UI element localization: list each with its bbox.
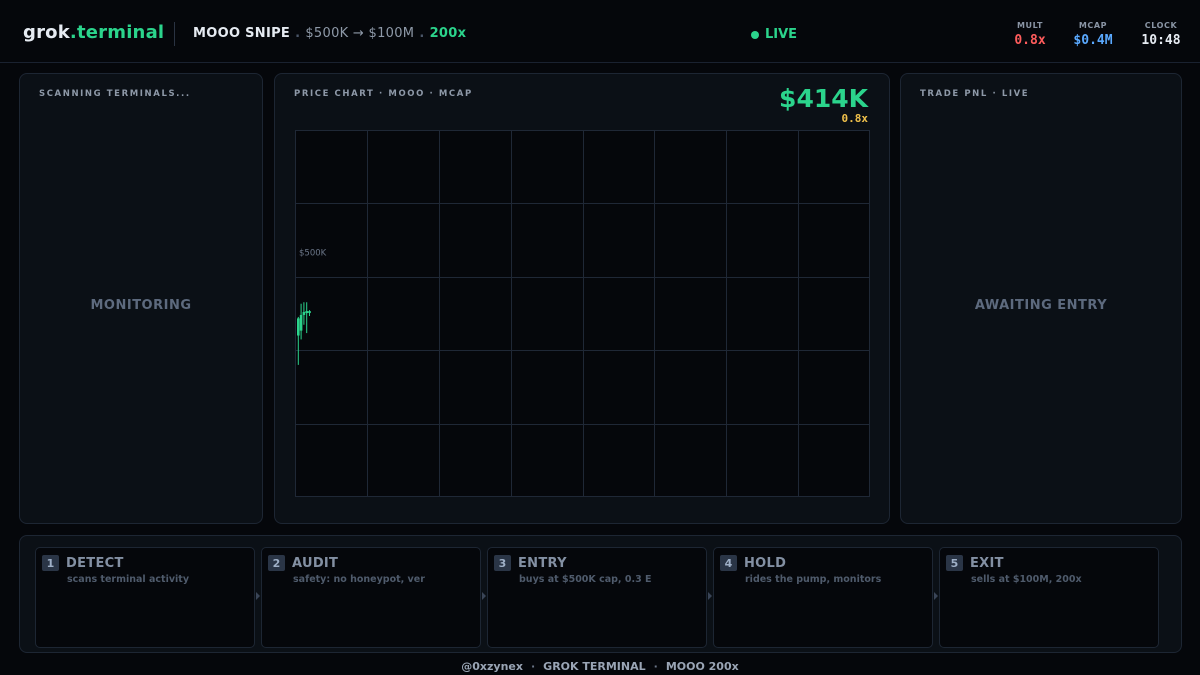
stat-mcap: MCAP $0.4M <box>1068 21 1118 48</box>
chevron-right-icon <box>482 592 486 600</box>
scanner-status: MONITORING <box>90 298 192 313</box>
brand-logo[interactable]: grok.terminal <box>23 22 164 43</box>
header-divider <box>174 22 175 46</box>
stat-clock-value: 10:48 <box>1141 33 1181 48</box>
snipe-range: $500K → $100M <box>305 26 415 41</box>
footer-credits: @0xzynex · GROK TERMINAL · MOOO 200x <box>0 660 1200 673</box>
current-price: $414K <box>779 84 868 113</box>
step-name: DETECT <box>66 555 124 571</box>
current-multiplier: 0.8x <box>841 112 869 125</box>
step-number: 1 <box>42 555 59 571</box>
stat-mcap-label: MCAP <box>1078 21 1108 30</box>
step-name: AUDIT <box>292 555 339 571</box>
pipeline-strip: 1 DETECT scans terminal activity 2 AUDIT… <box>19 535 1182 653</box>
snipe-summary: MOOO SNIPE. $500K → $100M. 200x <box>193 26 466 41</box>
step-name: ENTRY <box>518 555 567 571</box>
separator-dot: · <box>653 660 658 673</box>
step-number: 5 <box>946 555 963 571</box>
scanner-title: SCANNING TERMINALS... <box>39 89 191 99</box>
candle-body <box>305 311 308 314</box>
stat-mult-label: MULT <box>1016 21 1044 30</box>
footer-handle[interactable]: @0xzynex <box>461 660 523 673</box>
stat-mcap-value: $0.4M <box>1073 33 1113 48</box>
step-desc: scans terminal activity <box>67 574 190 585</box>
brand-prefix: grok <box>23 22 70 43</box>
chart-frame <box>295 130 870 497</box>
step-exit[interactable]: 5 EXIT sells at $100M, 200x <box>939 547 1159 648</box>
live-label: LIVE <box>765 27 798 42</box>
chevron-right-icon <box>256 592 260 600</box>
step-audit[interactable]: 2 AUDIT safety: no honeypot, ver <box>261 547 481 648</box>
separator-dot: . <box>295 26 301 41</box>
stat-clock: CLOCK 10:48 <box>1136 21 1186 48</box>
candle-body <box>308 311 311 314</box>
live-dot-icon <box>751 30 759 39</box>
step-detect[interactable]: 1 DETECT scans terminal activity <box>35 547 255 648</box>
step-desc: sells at $100M, 200x <box>971 574 1082 585</box>
candle-body <box>299 314 303 331</box>
step-number: 2 <box>268 555 285 571</box>
candle-body <box>302 312 306 315</box>
candle-body <box>297 318 300 336</box>
step-desc: safety: no honeypot, ver <box>293 574 425 585</box>
snipe-multiplier: 200x <box>429 26 467 41</box>
chart-title: PRICE CHART · MOOO · MCAP <box>294 89 473 99</box>
pnl-title: TRADE PNL · LIVE <box>920 89 1030 99</box>
step-hold[interactable]: 4 HOLD rides the pump, monitors <box>713 547 933 648</box>
step-number: 4 <box>720 555 737 571</box>
price-chart[interactable]: $500K <box>295 130 870 497</box>
footer-app: GROK TERMINAL <box>543 660 646 673</box>
step-name: HOLD <box>744 555 787 571</box>
chevron-right-icon <box>934 592 938 600</box>
scanner-panel: SCANNING TERMINALS... MONITORING <box>19 73 263 524</box>
stat-mult: MULT 0.8x <box>1010 21 1050 48</box>
live-indicator: LIVE <box>751 27 797 42</box>
snipe-title: MOOO SNIPE <box>193 26 291 41</box>
step-entry[interactable]: 3 ENTRY buys at $500K cap, 0.3 E <box>487 547 707 648</box>
step-name: EXIT <box>970 555 1004 571</box>
step-desc: buys at $500K cap, 0.3 E <box>519 574 652 585</box>
pnl-status: AWAITING ENTRY <box>974 298 1108 313</box>
separator-dot: · <box>530 660 536 673</box>
chart-grid <box>295 130 870 497</box>
step-number: 3 <box>494 555 511 571</box>
footer-tag: MOOO 200x <box>665 660 739 673</box>
chevron-right-icon <box>708 592 712 600</box>
reference-level-label: $500K <box>299 248 327 258</box>
stat-clock-label: CLOCK <box>1144 21 1178 30</box>
separator-dot: . <box>419 26 425 41</box>
stat-mult-value: 0.8x <box>1014 33 1046 48</box>
step-desc: rides the pump, monitors <box>745 574 882 585</box>
price-chart-panel: PRICE CHART · MOOO · MCAP $414K 0.8x $50… <box>274 73 890 524</box>
brand-suffix: .terminal <box>69 22 165 43</box>
top-bar: grok.terminal MOOO SNIPE. $500K → $100M. 2… <box>0 0 1200 63</box>
pnl-panel: TRADE PNL · LIVE AWAITING ENTRY <box>900 73 1182 524</box>
